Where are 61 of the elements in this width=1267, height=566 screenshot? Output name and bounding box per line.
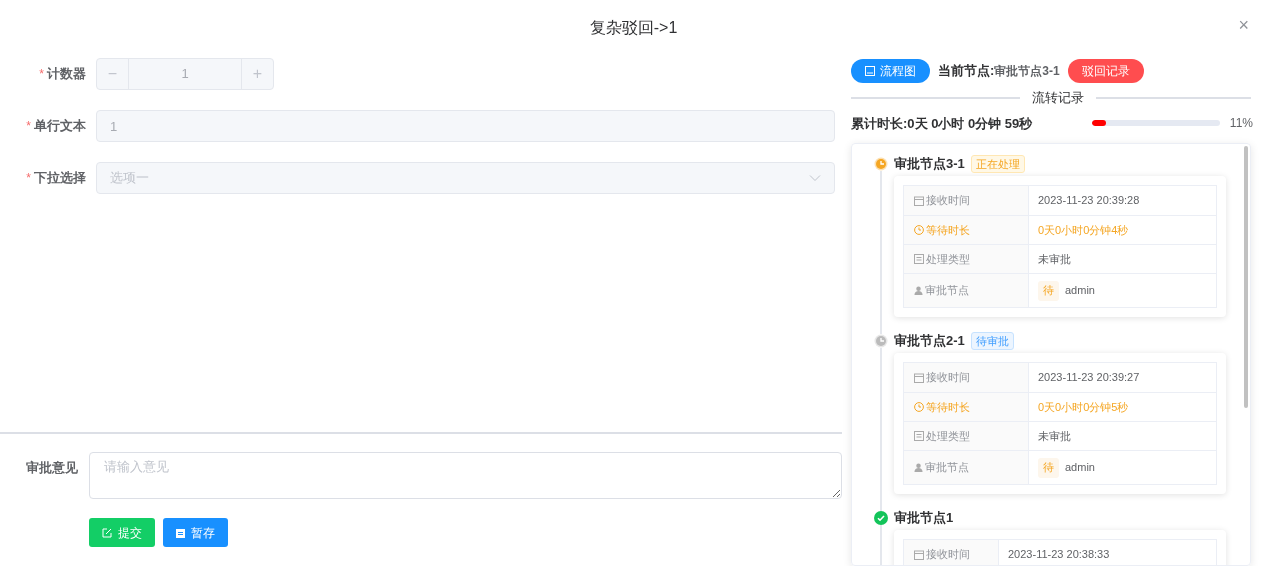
check-circle-icon: [874, 511, 888, 525]
row-value: 未审批: [1038, 251, 1071, 267]
row-value: admin: [1065, 460, 1095, 476]
field-label: 下拉选择: [34, 169, 86, 188]
clock-icon: [914, 225, 924, 235]
row-label: 接收时间: [904, 186, 1029, 215]
flowchart-button[interactable]: 流程图: [851, 59, 930, 83]
row-label: 等待时长: [904, 393, 1029, 421]
edit-icon: [102, 527, 112, 538]
row-label: 处理类型: [904, 245, 1029, 273]
row-value: 2023-11-23 20:39:27: [1038, 370, 1140, 386]
counter-value: 1: [180, 65, 190, 84]
field-label: 单行文本: [34, 117, 86, 136]
row-label: 审批节点: [904, 451, 1029, 484]
required-mark: *: [39, 66, 44, 83]
row-label: 接收时间: [904, 540, 999, 565]
row-label: 等待时长: [904, 216, 1029, 244]
clock-icon: [874, 157, 888, 171]
progress-reading: 11%: [1229, 115, 1253, 133]
duration-text: 累计时长:0天 0小时 0分钟 59秒: [851, 114, 1034, 133]
calendar-icon: [914, 195, 924, 206]
submit-button[interactable]: 提交: [89, 518, 155, 547]
pending-badge: 待: [1038, 457, 1059, 478]
row-label: 审批节点: [904, 274, 1029, 307]
clock-icon: [874, 334, 888, 348]
row-label: 接收时间: [904, 363, 1029, 392]
clipboard-icon: [176, 527, 185, 538]
required-mark: *: [26, 170, 31, 187]
opinion-label: 审批意见: [25, 459, 79, 477]
row-value: admin: [1065, 283, 1095, 299]
row-label: 处理类型: [904, 422, 1029, 450]
status-tag: 正在处理: [970, 155, 1025, 173]
node-title: 审批节点1: [894, 509, 954, 528]
user-icon: [914, 463, 923, 472]
required-mark: *: [26, 118, 31, 135]
clock-icon: [914, 402, 924, 412]
node-title: 审批节点2-1: [894, 332, 965, 351]
calendar-icon: [914, 372, 924, 383]
opinion-field[interactable]: 请输入意见: [89, 452, 842, 499]
row-value: 未审批: [1038, 428, 1071, 444]
row-value: 0天0小时0分钟5秒: [1038, 399, 1129, 415]
status-tag: 待审批: [970, 332, 1014, 350]
user-icon: [914, 286, 923, 295]
save-button[interactable]: 暂存: [163, 518, 228, 547]
image-icon: [865, 66, 875, 76]
node-title: 审批节点3-1: [894, 155, 965, 174]
current-node-value: 审批节点3-1: [994, 63, 1060, 80]
row-value: 2023-11-23 20:38:33: [1008, 547, 1110, 563]
reject-record-button[interactable]: 驳回记录: [1067, 59, 1144, 83]
pending-badge: 待: [1038, 280, 1059, 301]
dialog-title: 复杂驳回->1: [589, 18, 678, 38]
calendar-icon: [914, 549, 924, 560]
current-node-label: 当前节点:: [938, 62, 995, 81]
field-label: 计数器: [47, 65, 86, 84]
row-value: 2023-11-23 20:39:28: [1038, 193, 1140, 209]
document-icon: [914, 254, 924, 264]
section-title: 流转记录: [1032, 89, 1084, 107]
close-button[interactable]: ×: [1238, 16, 1249, 34]
chevron-down-icon: [809, 174, 821, 182]
row-value: 0天0小时0分钟4秒: [1038, 222, 1129, 238]
document-icon: [914, 431, 924, 441]
